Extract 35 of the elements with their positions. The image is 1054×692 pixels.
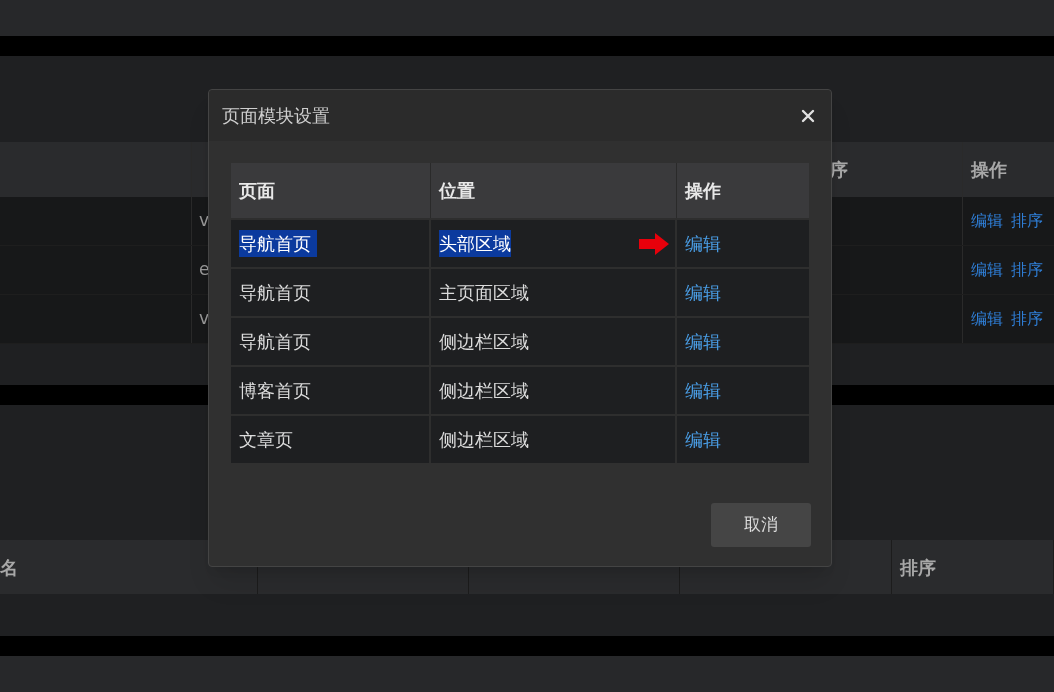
table-cell: 导航首页	[239, 230, 317, 257]
column-header: 页面	[239, 179, 275, 203]
table-cell-text: 侧边栏区域	[439, 379, 529, 403]
column-header: 操作	[971, 158, 1007, 182]
edit-link[interactable]: 编辑	[685, 328, 721, 355]
action-link[interactable]: 排序	[1011, 209, 1043, 233]
action-link[interactable]: 编辑	[971, 258, 1003, 282]
table-cell-text: 侧边栏区域	[439, 428, 529, 452]
cancel-button[interactable]: 取消	[711, 503, 811, 547]
action-link[interactable]: 排序	[1011, 258, 1043, 282]
column-header: 序	[830, 158, 848, 182]
edit-link[interactable]: 编辑	[685, 377, 721, 404]
table-cell-text: 博客首页	[239, 379, 311, 403]
close-icon[interactable]	[801, 108, 815, 123]
action-link[interactable]: 编辑	[971, 209, 1003, 233]
edit-link[interactable]: 编辑	[685, 230, 721, 257]
table-cell-text: v	[199, 209, 210, 233]
action-link[interactable]: 排序	[1011, 307, 1043, 331]
dialog-title: 页面模块设置	[222, 104, 330, 128]
table-cell: 头部区域	[439, 230, 511, 257]
table-cell-text: v	[199, 307, 210, 331]
column-header: 名	[0, 555, 18, 580]
table-cell-text: 主页面区域	[439, 281, 529, 305]
table-cell-text: e	[199, 258, 210, 282]
edit-link[interactable]: 编辑	[685, 279, 721, 306]
arrow-icon	[639, 232, 669, 255]
column-header: 操作	[685, 179, 721, 203]
edit-link[interactable]: 编辑	[685, 426, 721, 453]
table-cell-text: 侧边栏区域	[439, 330, 529, 354]
table-cell-text: 导航首页	[239, 330, 311, 354]
table-cell-text: 文章页	[239, 428, 293, 452]
action-link[interactable]: 编辑	[971, 307, 1003, 331]
column-header: 排序	[900, 555, 936, 580]
table-cell-text: 导航首页	[239, 281, 311, 305]
column-header: 位置	[439, 179, 475, 203]
